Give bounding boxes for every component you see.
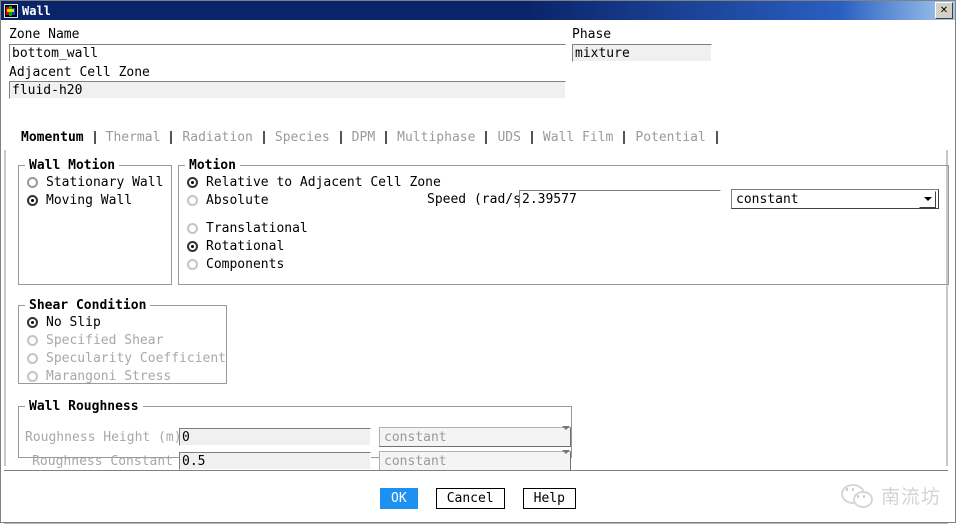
phase-input (572, 44, 712, 62)
ok-button[interactable]: OK (380, 487, 418, 509)
radio-button-icon[interactable] (187, 258, 198, 270)
dialog-footer: OK Cancel Help (1, 475, 955, 521)
radio-button-icon (27, 352, 38, 364)
speed-profile-value: constant (736, 191, 799, 207)
wechat-icon (840, 483, 875, 509)
roughness-height-profile-value: constant (384, 429, 447, 445)
radio-no-slip[interactable]: No Slip (27, 313, 226, 331)
radio-button-selected-icon[interactable] (27, 316, 38, 328)
chevron-down-icon (562, 449, 570, 469)
radio-translational[interactable]: Translational (187, 219, 948, 237)
title-bar: Wall ✕ (1, 1, 955, 20)
phase-label: Phase (572, 27, 612, 42)
zone-name-label: Zone Name (9, 27, 80, 42)
cancel-button[interactable]: Cancel (435, 487, 505, 509)
radio-button-icon[interactable] (27, 176, 38, 188)
watermark-text: 南流坊 (880, 486, 941, 508)
tab-thermal[interactable]: Thermal (96, 130, 171, 145)
radio-label: No Slip (46, 314, 101, 330)
tab-momentum[interactable]: Momentum (11, 130, 94, 145)
radio-button-selected-icon[interactable] (27, 194, 38, 206)
roughness-height-profile-dropdown: constant (379, 425, 571, 447)
watermark: 南流坊 (840, 482, 941, 509)
radio-label: Stationary Wall (46, 174, 164, 190)
roughness-height-row: Roughness Height (m) constant (25, 425, 571, 447)
radio-button-icon (27, 334, 38, 346)
radio-label: Specularity Coefficient (46, 350, 227, 366)
radio-stationary-wall[interactable]: Stationary Wall (27, 173, 171, 191)
tab-separator (715, 130, 718, 144)
motion-legend: Motion (189, 158, 236, 173)
help-button[interactable]: Help (522, 487, 576, 509)
motion-group: Motion Relative to Adjacent Cell Zone Ab… (178, 158, 949, 285)
chevron-down-icon (562, 425, 570, 445)
roughness-height-input (179, 428, 371, 446)
wall-motion-legend: Wall Motion (29, 158, 116, 173)
radio-label: Specified Shear (46, 332, 164, 348)
radio-button-selected-icon[interactable] (187, 176, 198, 188)
radio-label: Moving Wall (46, 192, 133, 208)
zone-identification-section: Zone Name Adjacent Cell Zone Phase (1, 20, 955, 105)
window-title: Wall (22, 3, 51, 18)
wall-boundary-condition-dialog: Wall ✕ Zone Name Adjacent Cell Zone Phas… (0, 0, 956, 524)
radio-moving-wall[interactable]: Moving Wall (27, 191, 171, 209)
adjacent-cell-zone-label: Adjacent Cell Zone (9, 65, 150, 80)
speed-label: Speed (rad/s) (427, 192, 529, 207)
radio-marangoni-stress: Marangoni Stress (27, 367, 226, 385)
close-icon[interactable]: ✕ (935, 2, 953, 19)
fluent-logo-icon (4, 3, 18, 18)
radio-button-icon (27, 370, 38, 382)
radio-specified-shear: Specified Shear (27, 331, 226, 349)
tab-bar: Momentum Thermal Radiation Species DPM M… (11, 124, 945, 150)
radio-label: Components (206, 256, 285, 272)
tab-dpm[interactable]: DPM (342, 130, 385, 145)
radio-rotational[interactable]: Rotational (187, 237, 948, 255)
dialog-body: Zone Name Adjacent Cell Zone Phase Momen… (1, 20, 955, 524)
tab-wall-film[interactable]: Wall Film (533, 130, 623, 145)
momentum-panel: Wall Motion Stationary Wall Moving Wall … (4, 150, 949, 471)
tab-uds[interactable]: UDS (487, 130, 530, 145)
tab-potential[interactable]: Potential (625, 130, 715, 145)
radio-label: Translational (206, 220, 308, 236)
tab-species[interactable]: Species (265, 130, 340, 145)
speed-input[interactable] (519, 190, 721, 208)
roughness-constant-label: Roughness Constant (32, 453, 173, 469)
roughness-height-label: Roughness Height (m) (25, 429, 182, 445)
chevron-down-icon[interactable] (919, 190, 936, 208)
wall-roughness-legend: Wall Roughness (29, 399, 139, 414)
speed-profile-dropdown[interactable]: constant (731, 189, 939, 209)
footer-divider (4, 470, 948, 472)
wall-roughness-group: Wall Roughness Roughness Height (m) cons… (18, 399, 572, 471)
radio-label: Absolute (206, 192, 269, 208)
radio-specularity-coefficient: Specularity Coefficient (27, 349, 226, 367)
roughness-constant-profile-value: constant (384, 453, 447, 469)
roughness-constant-input (179, 452, 371, 470)
radio-button-icon[interactable] (187, 194, 198, 206)
wall-motion-group: Wall Motion Stationary Wall Moving Wall (18, 158, 172, 285)
roughness-constant-profile-dropdown: constant (379, 449, 571, 471)
tab-radiation[interactable]: Radiation (172, 130, 262, 145)
radio-label: Relative to Adjacent Cell Zone (206, 174, 441, 190)
radio-components[interactable]: Components (187, 255, 948, 273)
radio-label: Rotational (206, 238, 285, 254)
radio-button-icon[interactable] (187, 222, 198, 234)
roughness-constant-row: Roughness Constant constant (25, 449, 571, 471)
shear-condition-legend: Shear Condition (29, 298, 147, 313)
radio-label: Marangoni Stress (46, 368, 172, 384)
shear-condition-group: Shear Condition No Slip Specified Shear … (18, 298, 228, 385)
tab-multiphase[interactable]: Multiphase (387, 130, 485, 145)
adjacent-cell-zone-input (9, 81, 566, 99)
radio-button-selected-icon[interactable] (187, 240, 198, 252)
zone-name-input[interactable] (9, 44, 566, 62)
